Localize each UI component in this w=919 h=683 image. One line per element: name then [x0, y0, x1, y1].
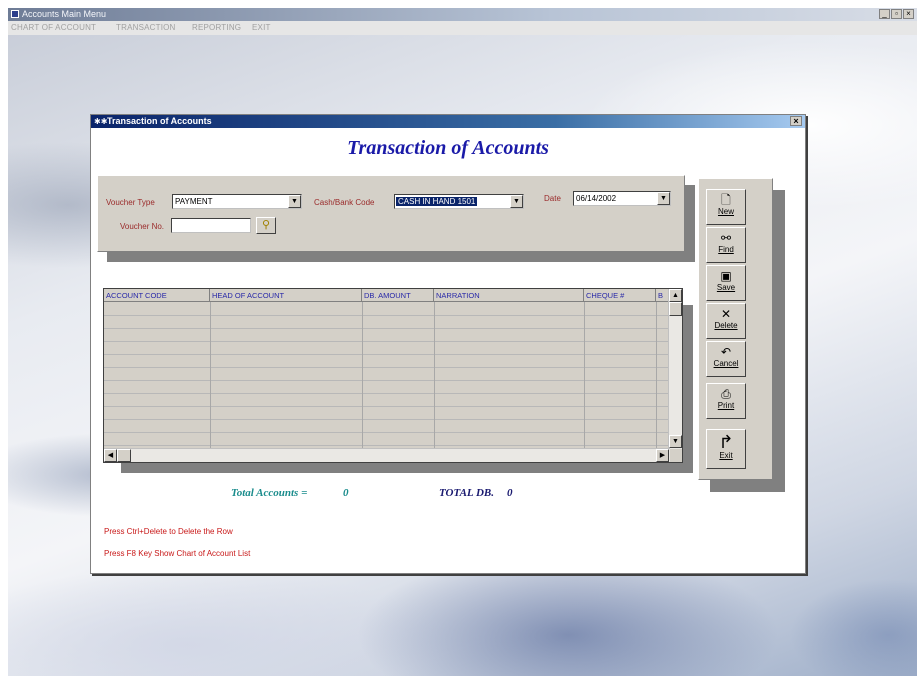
grid-col-line: [656, 302, 657, 449]
chevron-down-icon[interactable]: ▼: [657, 192, 670, 205]
new-document-icon: 🗋: [721, 193, 731, 207]
grid-header: ACCOUNT CODE HEAD OF ACCOUNT DB. AMOUNT …: [104, 289, 682, 302]
printer-icon: ⎙: [721, 387, 731, 401]
date-value: 06/14/2002: [576, 194, 617, 203]
exit-button[interactable]: ↱ Exit: [706, 429, 746, 469]
scroll-down-icon[interactable]: ▼: [669, 435, 682, 448]
app-icon: [11, 10, 19, 18]
voucher-type-label: Voucher Type: [106, 198, 155, 207]
save-button[interactable]: ▣ Save: [706, 265, 746, 301]
print-button-label: Print: [717, 401, 735, 410]
column-header-narration[interactable]: NARRATION: [434, 289, 584, 302]
grid-col-line: [210, 302, 211, 449]
voucher-no-input[interactable]: [171, 218, 251, 233]
main-window-title: Accounts Main Menu: [22, 9, 107, 19]
transaction-grid[interactable]: ACCOUNT CODE HEAD OF ACCOUNT DB. AMOUNT …: [103, 288, 683, 463]
menubar: CHART OF ACCOUNT TRANSACTION REPORTING E…: [8, 21, 917, 35]
maximize-button[interactable]: ▫: [891, 9, 902, 19]
menu-reporting[interactable]: REPORTING: [192, 23, 241, 32]
column-header-account-code[interactable]: ACCOUNT CODE: [104, 289, 210, 302]
column-header-cheque[interactable]: CHEQUE #: [584, 289, 656, 302]
scroll-thumb[interactable]: [669, 302, 682, 316]
menu-transaction[interactable]: TRANSACTION: [116, 23, 176, 32]
chevron-down-icon[interactable]: ▼: [510, 195, 523, 208]
cancel-button-label: Cancel: [713, 359, 739, 368]
new-button-label: New: [717, 207, 734, 216]
new-button[interactable]: 🗋 New: [706, 189, 746, 225]
main-titlebar[interactable]: Accounts Main Menu _ ▫ ×: [8, 8, 917, 21]
column-header-db-amount[interactable]: DB. AMOUNT: [362, 289, 434, 302]
grid-col-line: [362, 302, 363, 449]
column-header-head-of-account[interactable]: HEAD OF ACCOUNT: [210, 289, 362, 302]
floppy-disk-icon: ▣: [720, 269, 732, 283]
grid-vertical-scrollbar[interactable]: ▲ ▼: [668, 289, 682, 449]
cash-bank-code-label: Cash/Bank Code: [314, 198, 375, 207]
dialog-icon: ✱✱: [94, 117, 108, 126]
binoculars-icon: ⚯: [720, 231, 732, 245]
exit-button-label: Exit: [719, 451, 733, 460]
cash-bank-code-value: CASH IN HAND 1501: [396, 197, 478, 206]
total-db-label: TOTAL DB.: [439, 487, 495, 499]
cancel-button[interactable]: ↶ Cancel: [706, 341, 746, 377]
undo-arrow-icon: ↶: [720, 345, 732, 359]
dialog-close-button[interactable]: ×: [790, 116, 802, 126]
page-title: Transaction of Accounts: [347, 137, 549, 159]
cash-bank-code-select[interactable]: CASH IN HAND 1501 ▼: [394, 194, 524, 209]
voucher-type-select[interactable]: PAYMENT ▼: [172, 194, 302, 209]
scroll-thumb[interactable]: [117, 449, 131, 462]
main-close-button[interactable]: ×: [903, 9, 914, 19]
action-button-panel: 🗋 New ⚯ Find ▣ Save ✕ Delete ↶ Cancel ⎙ …: [698, 178, 773, 480]
delete-button[interactable]: ✕ Delete: [706, 303, 746, 339]
dialog-title: Transaction of Accounts: [107, 116, 212, 126]
date-label: Date: [544, 194, 561, 203]
grid-col-line: [434, 302, 435, 449]
exit-arrow-icon: ↱: [718, 432, 734, 452]
find-button-label: Find: [718, 245, 734, 254]
delete-x-icon: ✕: [720, 307, 732, 321]
dialog-titlebar[interactable]: ✱✱ Transaction of Accounts ×: [91, 115, 805, 128]
menu-exit[interactable]: EXIT: [252, 23, 271, 32]
delete-button-label: Delete: [714, 321, 738, 330]
menu-chart-of-account[interactable]: CHART OF ACCOUNT: [11, 23, 96, 32]
hint-delete-row: Press Ctrl+Delete to Delete the Row: [104, 527, 233, 536]
transaction-dialog: ✱✱ Transaction of Accounts × Transaction…: [90, 114, 806, 574]
total-accounts-label: Total Accounts =: [231, 487, 308, 499]
minimize-button[interactable]: _: [879, 9, 890, 19]
find-button[interactable]: ⚯ Find: [706, 227, 746, 263]
grid-horizontal-scrollbar[interactable]: ◀ ▶: [104, 448, 670, 462]
total-accounts-value: 0: [343, 487, 349, 499]
scroll-up-icon[interactable]: ▲: [669, 289, 682, 302]
scroll-right-icon[interactable]: ▶: [656, 449, 669, 462]
grid-col-line: [584, 302, 585, 449]
date-picker[interactable]: 06/14/2002 ▼: [573, 191, 671, 206]
scroll-left-icon[interactable]: ◀: [104, 449, 117, 462]
save-button-label: Save: [716, 283, 736, 292]
voucher-type-value: PAYMENT: [175, 197, 213, 206]
voucher-no-label: Voucher No.: [120, 222, 165, 231]
voucher-panel: Voucher Type PAYMENT ▼ Cash/Bank Code CA…: [97, 175, 685, 252]
chevron-down-icon[interactable]: ▼: [288, 195, 301, 208]
key-icon: ⚲: [261, 219, 271, 231]
total-db-value: 0: [507, 487, 513, 499]
print-button[interactable]: ⎙ Print: [706, 383, 746, 419]
hint-chart-of-account: Press F8 Key Show Chart of Account List: [104, 549, 251, 558]
lookup-key-button[interactable]: ⚲: [256, 217, 276, 234]
